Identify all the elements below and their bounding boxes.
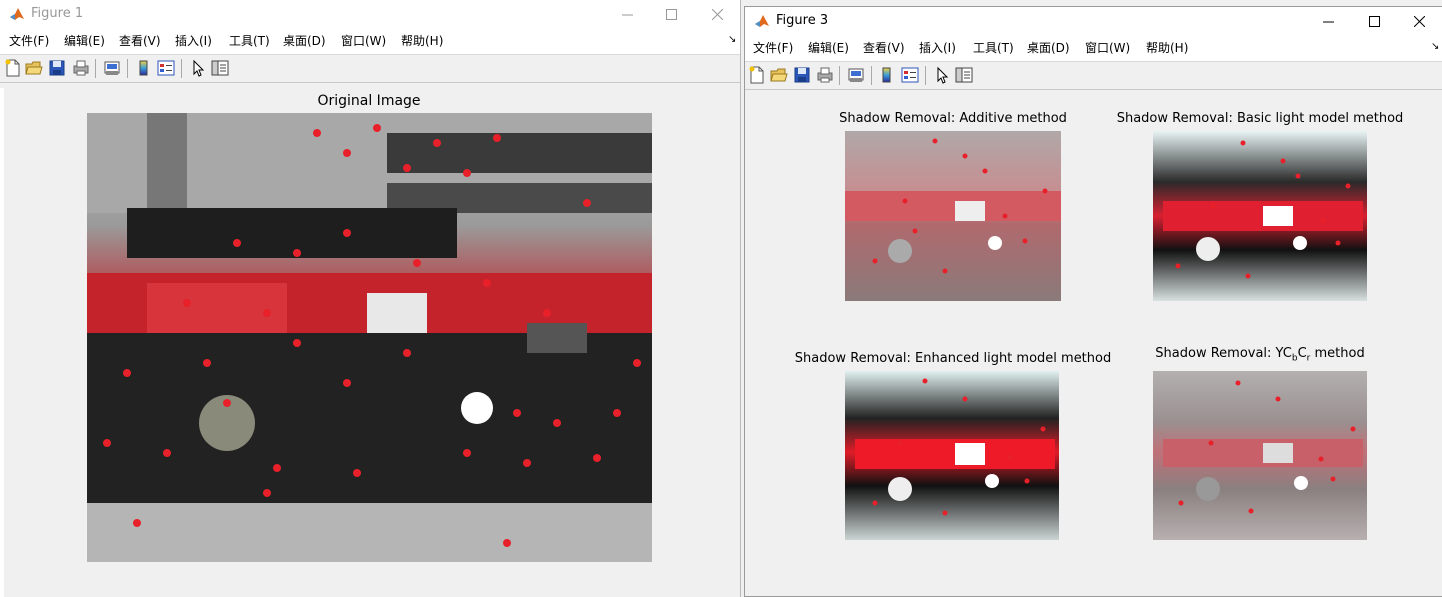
subplot-image-enhanced-light[interactable] bbox=[845, 371, 1059, 540]
legend-icon[interactable] bbox=[157, 59, 175, 77]
menu-file[interactable]: 文件(F) bbox=[9, 33, 49, 49]
toolbar-separator bbox=[839, 66, 840, 85]
menu-file[interactable]: 文件(F) bbox=[753, 40, 793, 56]
maximize-icon bbox=[665, 8, 677, 20]
subplot-image-basic-light[interactable] bbox=[1153, 131, 1367, 301]
pointer-icon[interactable] bbox=[933, 66, 951, 84]
minimize-button[interactable] bbox=[604, 0, 650, 28]
menu-window[interactable]: 窗口(W) bbox=[341, 33, 386, 49]
toolbar-separator bbox=[127, 59, 128, 78]
toolbar-separator bbox=[95, 59, 96, 78]
title-bar[interactable]: Figure 1 bbox=[0, 0, 740, 28]
menu-insert[interactable]: 插入(I) bbox=[919, 40, 956, 56]
toolbar-separator bbox=[871, 66, 872, 85]
title-bar[interactable]: Figure 3 bbox=[745, 7, 1442, 35]
toolbar-separator bbox=[181, 59, 182, 78]
dock-arrow-icon[interactable]: ↘ bbox=[1431, 41, 1439, 52]
new-file-icon[interactable] bbox=[4, 59, 22, 77]
menu-window[interactable]: 窗口(W) bbox=[1085, 40, 1130, 56]
window-title: Figure 1 bbox=[31, 6, 84, 21]
maximize-button[interactable] bbox=[1351, 7, 1397, 35]
print-icon[interactable] bbox=[816, 66, 834, 84]
menu-help[interactable]: 帮助(H) bbox=[1146, 40, 1188, 56]
figure-3-window[interactable]: Figure 3 文件(F) 编辑(E) 查看(V) 插入(I) 工具(T) 桌… bbox=[744, 6, 1442, 597]
menu-insert[interactable]: 插入(I) bbox=[175, 33, 212, 49]
minimize-icon bbox=[1322, 21, 1334, 22]
menu-edit[interactable]: 编辑(E) bbox=[64, 33, 105, 49]
figure-1-window[interactable]: Figure 1 文件(F) 编辑(E) 查看(V) 插入(I) 工具(T) 桌… bbox=[0, 0, 741, 597]
menu-tools[interactable]: 工具(T) bbox=[973, 40, 1014, 56]
print-preview-icon[interactable] bbox=[847, 66, 865, 84]
subplot-title-enhanced-light: Shadow Removal: Enhanced light model met… bbox=[794, 351, 1112, 366]
subplot-title-basic-light: Shadow Removal: Basic light model method bbox=[1116, 111, 1404, 126]
open-folder-icon[interactable] bbox=[25, 59, 43, 77]
save-icon[interactable] bbox=[793, 66, 811, 84]
close-button[interactable] bbox=[694, 0, 740, 28]
subplot-image-ycbcr[interactable] bbox=[1153, 371, 1367, 540]
axes-title: Original Image bbox=[317, 93, 421, 109]
matlab-logo-icon bbox=[755, 15, 769, 27]
subplot-image-additive[interactable] bbox=[845, 131, 1061, 301]
toolbar-separator bbox=[925, 66, 926, 85]
toolbar bbox=[0, 54, 740, 83]
close-button[interactable] bbox=[1396, 7, 1442, 35]
menu-edit[interactable]: 编辑(E) bbox=[808, 40, 849, 56]
menu-help[interactable]: 帮助(H) bbox=[401, 33, 443, 49]
dock-arrow-icon[interactable]: ↘ bbox=[728, 34, 736, 45]
menu-bar: 文件(F) 编辑(E) 查看(V) 插入(I) 工具(T) 桌面(D) 窗口(W… bbox=[0, 28, 740, 54]
print-icon[interactable] bbox=[72, 59, 90, 77]
new-file-icon[interactable] bbox=[748, 66, 766, 84]
window-edge bbox=[0, 88, 4, 597]
image-content bbox=[855, 378, 1055, 516]
menu-view[interactable]: 查看(V) bbox=[863, 40, 905, 56]
image-content bbox=[1163, 140, 1363, 279]
subplot-title-ycbcr: Shadow Removal: YCbCr method bbox=[1155, 346, 1365, 364]
menu-bar: 文件(F) 编辑(E) 查看(V) 插入(I) 工具(T) 桌面(D) 窗口(W… bbox=[745, 35, 1442, 61]
property-editor-icon[interactable] bbox=[211, 59, 229, 77]
close-icon bbox=[1413, 15, 1425, 27]
menu-tools[interactable]: 工具(T) bbox=[229, 33, 270, 49]
pointer-icon[interactable] bbox=[189, 59, 207, 77]
colorbar-icon[interactable] bbox=[135, 59, 153, 77]
print-preview-icon[interactable] bbox=[103, 59, 121, 77]
window-title: Figure 3 bbox=[776, 13, 829, 28]
menu-desktop[interactable]: 桌面(D) bbox=[1027, 40, 1070, 56]
menu-view[interactable]: 查看(V) bbox=[119, 33, 161, 49]
minimize-icon bbox=[621, 14, 633, 15]
minimize-button[interactable] bbox=[1305, 7, 1351, 35]
colorbar-icon[interactable] bbox=[878, 66, 896, 84]
original-image[interactable] bbox=[87, 113, 652, 562]
open-folder-icon[interactable] bbox=[770, 66, 788, 84]
property-editor-icon[interactable] bbox=[955, 66, 973, 84]
image-content bbox=[845, 138, 1061, 274]
image-content bbox=[1163, 380, 1363, 514]
matlab-logo-icon bbox=[10, 8, 24, 20]
image-content bbox=[87, 113, 652, 562]
save-icon[interactable] bbox=[48, 59, 66, 77]
maximize-icon bbox=[1368, 15, 1380, 27]
legend-icon[interactable] bbox=[901, 66, 919, 84]
maximize-button[interactable] bbox=[648, 0, 694, 28]
toolbar bbox=[745, 61, 1442, 90]
subplot-title-additive: Shadow Removal: Additive method bbox=[839, 111, 1067, 126]
close-icon bbox=[711, 8, 723, 20]
menu-desktop[interactable]: 桌面(D) bbox=[283, 33, 326, 49]
